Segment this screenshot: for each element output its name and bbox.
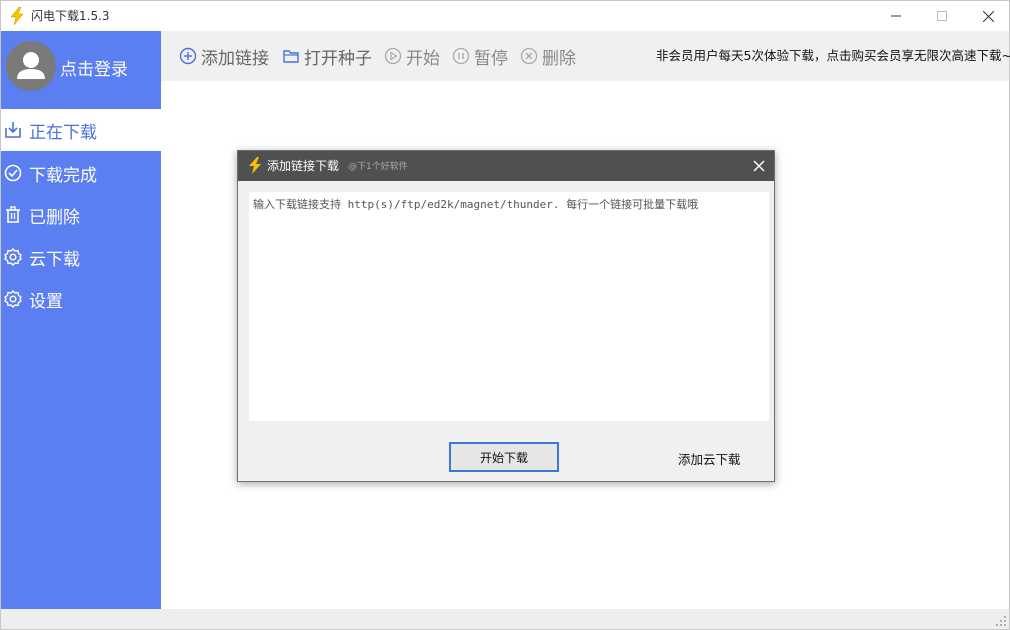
- start-label: 开始: [406, 48, 440, 69]
- add-link-dialog: 添加链接下载 @下1个好软件 开始下载 添加云下载: [237, 150, 775, 482]
- resize-grip-icon[interactable]: [995, 615, 1007, 627]
- link-input[interactable]: [249, 192, 769, 421]
- pause-label: 暂停: [474, 48, 508, 69]
- close-icon: [982, 10, 994, 22]
- status-bar: [1, 609, 1009, 629]
- sidebar: 点击登录 正在下载 下载完成 已删除 云下载 设置: [1, 31, 161, 609]
- download-tray-icon: [5, 122, 21, 138]
- lightning-icon: [10, 7, 24, 25]
- dialog-title: 添加链接下载: [267, 159, 340, 173]
- maximize-icon: [937, 11, 947, 21]
- close-icon[interactable]: [750, 157, 768, 175]
- window-title: 闪电下载1.5.3: [31, 9, 110, 23]
- membership-notice[interactable]: 非会员用户每天5次体验下载，点击购买会员享无限次高速下载~: [656, 48, 1010, 64]
- add-link-button[interactable]: 添加链接: [179, 45, 269, 69]
- open-torrent-button[interactable]: 打开种子: [282, 45, 372, 69]
- trash-icon: [6, 206, 20, 223]
- sidebar-item-label: 设置: [29, 291, 63, 312]
- login-link[interactable]: 点击登录: [60, 60, 128, 80]
- pause-button[interactable]: 暂停: [452, 45, 508, 69]
- delete-button[interactable]: 删除: [520, 45, 576, 69]
- user-area[interactable]: 点击登录: [1, 31, 161, 109]
- sidebar-item-label: 正在下载: [29, 122, 97, 143]
- check-circle-icon: [4, 164, 22, 182]
- delete-label: 删除: [542, 48, 576, 69]
- x-circle-icon: [520, 47, 538, 65]
- dialog-title-bar[interactable]: 添加链接下载 @下1个好软件: [238, 151, 774, 181]
- add-cloud-download-link[interactable]: 添加云下载: [678, 452, 741, 468]
- title-bar: 闪电下载1.5.3: [1, 1, 1009, 31]
- maximize-button[interactable]: [919, 1, 965, 31]
- start-download-button[interactable]: 开始下载: [449, 442, 559, 472]
- start-button[interactable]: 开始: [384, 45, 440, 69]
- sidebar-item-label: 下载完成: [29, 165, 97, 186]
- app-window: 闪电下载1.5.3 点击登录 正在下载 下载完成 已删除 云下载 设置 添加链接…: [0, 0, 1010, 630]
- sidebar-item-downloading[interactable]: 正在下载: [1, 109, 161, 151]
- minimize-icon: [891, 15, 901, 17]
- gear-icon: [4, 248, 22, 266]
- gear-icon: [4, 290, 22, 308]
- watermark-text: @下1个好软件: [348, 162, 408, 172]
- sidebar-item-deleted[interactable]: 已删除: [1, 194, 161, 236]
- lightning-icon: [249, 157, 261, 174]
- toolbar: 添加链接 打开种子 开始 暂停 删除 非会员用户每天5次体验下载，点击购买会员享…: [161, 31, 1010, 81]
- sidebar-item-cloud-download[interactable]: 云下载: [1, 236, 161, 278]
- avatar[interactable]: [6, 41, 56, 91]
- open-torrent-label: 打开种子: [304, 48, 372, 69]
- sidebar-item-completed[interactable]: 下载完成: [1, 152, 161, 194]
- user-icon: [17, 52, 45, 79]
- play-circle-icon: [384, 47, 402, 65]
- sidebar-item-settings[interactable]: 设置: [1, 278, 161, 320]
- minimize-button[interactable]: [873, 1, 919, 31]
- add-link-label: 添加链接: [201, 48, 269, 69]
- close-window-button[interactable]: [965, 1, 1010, 31]
- folder-icon: [283, 50, 299, 63]
- sidebar-item-label: 云下载: [29, 249, 80, 270]
- pause-circle-icon: [452, 47, 470, 65]
- plus-circle-icon: [179, 47, 197, 65]
- sidebar-item-label: 已删除: [29, 207, 80, 228]
